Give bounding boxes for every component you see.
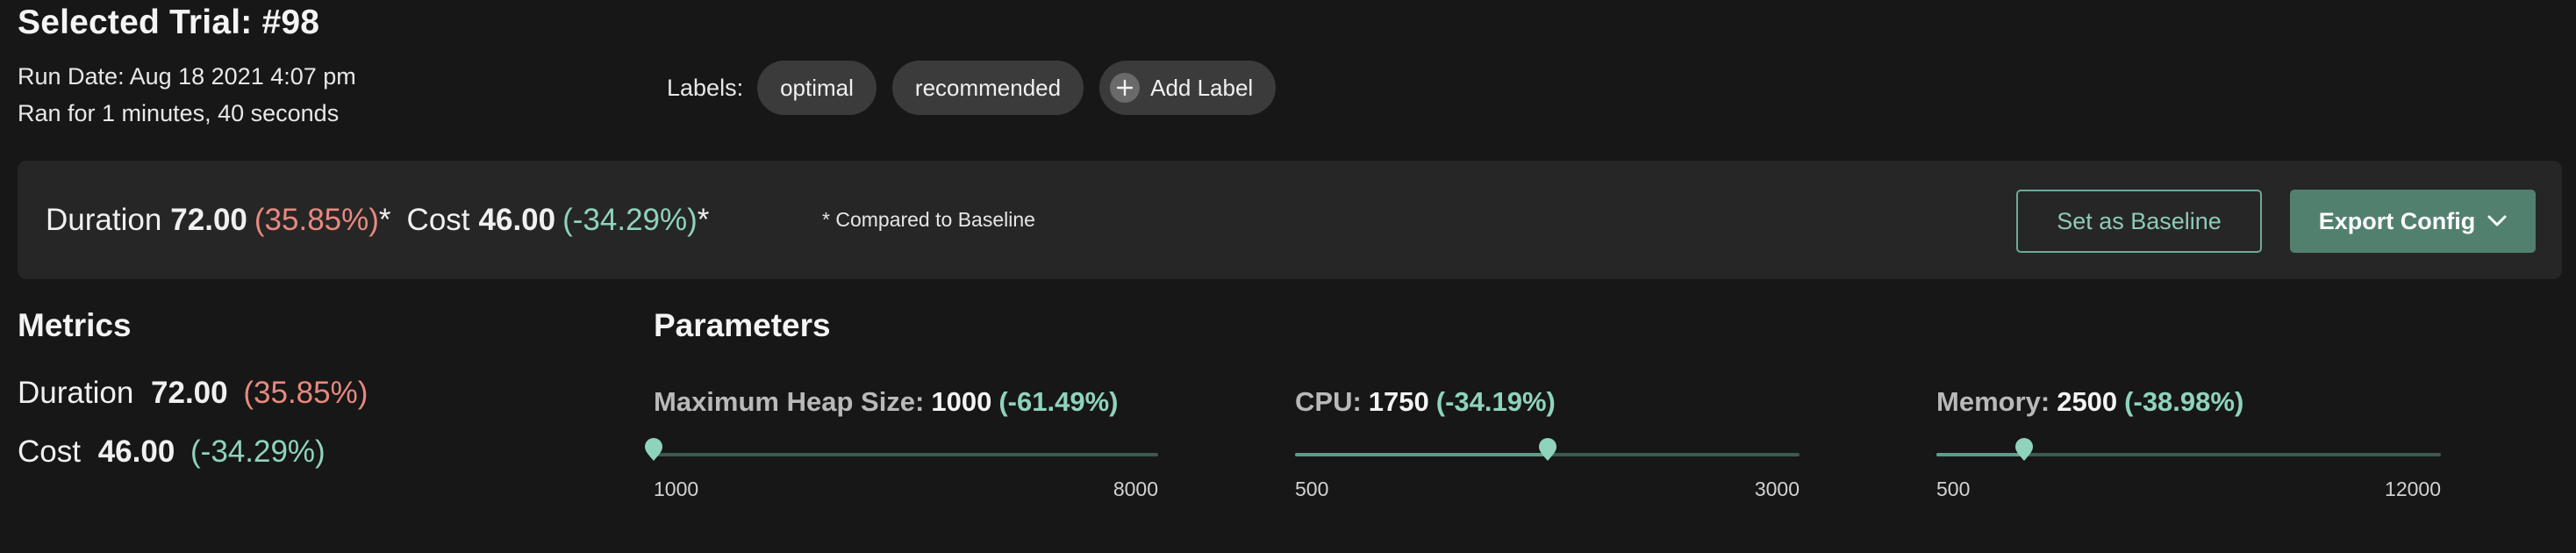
slider-thumb-icon[interactable] bbox=[1537, 437, 1558, 462]
summary-bar: Duration 72.00 (35.85%) * Cost 46.00 (-34… bbox=[18, 161, 2562, 279]
run-duration-text: Ran for 1 minutes, 40 seconds bbox=[18, 100, 340, 126]
add-label-button[interactable]: Add Label bbox=[1099, 61, 1277, 115]
run-date-text: Run Date: Aug 18 2021 4:07 pm bbox=[18, 63, 356, 90]
chevron-down-icon bbox=[2487, 215, 2507, 226]
slider-fill bbox=[1295, 453, 1548, 456]
slider-min-label: 1000 bbox=[654, 478, 699, 500]
slider-max-label: 8000 bbox=[1113, 478, 1158, 500]
page-title: Selected Trial: #98 bbox=[18, 4, 320, 41]
slider-thumb-icon[interactable] bbox=[2014, 437, 2035, 462]
summary-duration-label: Duration bbox=[46, 202, 162, 237]
parameter-memory: Memory: 2500 (-38.98%) 500 12000 bbox=[1936, 386, 2445, 501]
slider-range: 500 12000 bbox=[1936, 478, 2441, 501]
parameter-change: (-61.49%) bbox=[998, 386, 1119, 417]
slider-min-label: 500 bbox=[1295, 478, 1329, 500]
set-as-baseline-label: Set as Baseline bbox=[2057, 207, 2222, 234]
parameter-label: CPU: 1750 (-34.19%) bbox=[1295, 386, 1804, 418]
parameter-slider[interactable] bbox=[1295, 437, 1800, 463]
summary-duration-asterisk: * bbox=[378, 202, 391, 237]
slider-range: 1000 8000 bbox=[654, 478, 1158, 501]
metric-cost: Cost 46.00 (-34.29%) bbox=[18, 434, 326, 470]
label-chip-optimal[interactable]: optimal bbox=[757, 61, 877, 115]
metric-duration-label: Duration bbox=[18, 376, 134, 410]
slider-track bbox=[654, 453, 1158, 456]
parameter-name: CPU: bbox=[1295, 386, 1362, 417]
parameter-max-heap-size: Maximum Heap Size: 1000 (-61.49%) 1000 800… bbox=[645, 386, 1163, 501]
parameter-value: 2500 bbox=[2057, 386, 2118, 417]
slider-max-label: 12000 bbox=[2385, 478, 2441, 500]
metric-duration: Duration 72.00 (35.85%) bbox=[18, 376, 368, 411]
parameter-slider[interactable] bbox=[1936, 437, 2441, 463]
labels-caption: Labels: bbox=[667, 74, 744, 101]
baseline-note: * Compared to Baseline bbox=[822, 208, 1035, 231]
parameter-name: Memory: bbox=[1936, 386, 2050, 417]
slider-thumb-icon[interactable] bbox=[643, 437, 664, 462]
summary-duration-value: 72.00 bbox=[170, 202, 247, 237]
metrics-heading: Metrics bbox=[18, 307, 132, 343]
metric-cost-change: (-34.29%) bbox=[190, 434, 326, 469]
parameter-slider[interactable] bbox=[645, 437, 1158, 463]
metric-cost-value: 46.00 bbox=[97, 434, 175, 469]
parameter-change: (-38.98%) bbox=[2124, 386, 2244, 417]
metric-cost-label: Cost bbox=[18, 434, 81, 469]
parameter-cpu: CPU: 1750 (-34.19%) 500 3000 bbox=[1295, 386, 1804, 501]
parameter-name: Maximum Heap Size: bbox=[654, 386, 925, 417]
export-config-label: Export Config bbox=[2318, 207, 2476, 234]
parameter-label: Memory: 2500 (-38.98%) bbox=[1936, 386, 2445, 418]
labels-row: Labels: optimal recommended Add Label bbox=[667, 60, 1292, 116]
parameter-label: Maximum Heap Size: 1000 (-61.49%) bbox=[654, 386, 1163, 418]
metric-duration-value: 72.00 bbox=[151, 376, 228, 410]
summary-metrics: Duration 72.00 (35.85%) * Cost 46.00 (-34… bbox=[46, 161, 709, 279]
metric-duration-change: (35.85%) bbox=[243, 376, 369, 410]
export-config-button[interactable]: Export Config bbox=[2290, 190, 2536, 253]
summary-cost-label: Cost bbox=[406, 202, 470, 237]
parameter-value: 1000 bbox=[931, 386, 992, 417]
plus-icon bbox=[1110, 73, 1141, 103]
parameters-heading: Parameters bbox=[654, 307, 831, 343]
summary-cost-change: (-34.29%) bbox=[562, 202, 698, 237]
set-as-baseline-button[interactable]: Set as Baseline bbox=[2016, 190, 2262, 253]
parameter-change: (-34.19%) bbox=[1435, 386, 1556, 417]
slider-max-label: 3000 bbox=[1754, 478, 1800, 500]
parameter-value: 1750 bbox=[1368, 386, 1429, 417]
slider-fill bbox=[1936, 453, 2024, 456]
trial-details-view: Selected Trial: #98 Run Date: Aug 18 202… bbox=[0, 0, 2576, 553]
summary-cost-value: 46.00 bbox=[478, 202, 556, 237]
slider-min-label: 500 bbox=[1936, 478, 1971, 500]
summary-duration-change: (35.85%) bbox=[254, 202, 379, 237]
summary-cost-asterisk: * bbox=[697, 202, 710, 237]
slider-range: 500 3000 bbox=[1295, 478, 1800, 501]
label-chip-recommended[interactable]: recommended bbox=[891, 61, 1084, 115]
add-label-text: Add Label bbox=[1150, 74, 1254, 101]
